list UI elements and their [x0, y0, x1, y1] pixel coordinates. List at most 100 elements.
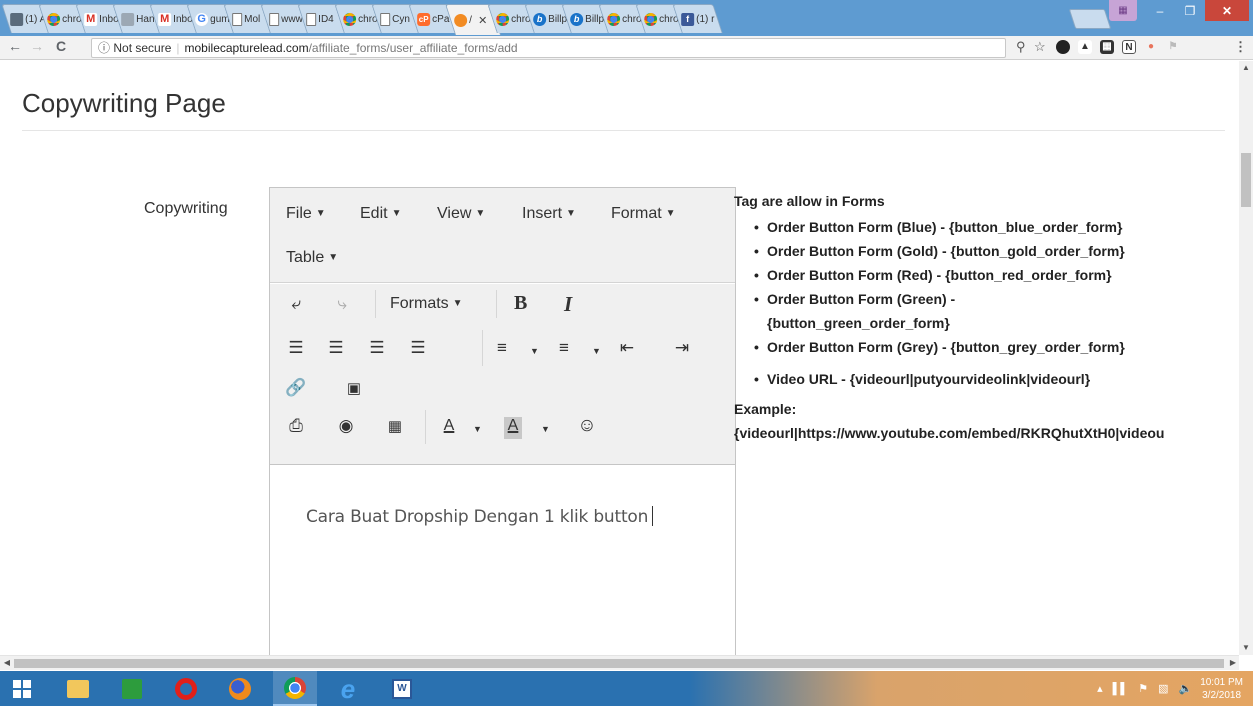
extension-bag-icon[interactable]: ▲	[1078, 40, 1092, 54]
taskbar-clock[interactable]: 10:01 PM 3/2/2018	[1200, 676, 1243, 702]
tab-close-icon[interactable]: ✕	[478, 14, 487, 27]
tab-list: (1) Achro M Inbo Han M Inbo Ggum Mol www ID4 chro C…	[0, 4, 723, 36]
outdent-icon[interactable]: ⇤	[613, 334, 641, 362]
back-arrow-icon[interactable]: ←	[6, 38, 24, 54]
chevron-down-icon[interactable]: ▼	[530, 346, 539, 356]
horizontal-scrollbar[interactable]: ◀ ▶	[0, 655, 1239, 670]
align-right-icon[interactable]: ☰	[363, 334, 391, 362]
italic-button[interactable]: I	[564, 292, 572, 317]
scroll-down-icon[interactable]: ▼	[1239, 643, 1253, 652]
menu-edit[interactable]: Edit ▼	[360, 205, 401, 223]
text-color-button[interactable]: A	[440, 417, 458, 439]
extension-grid-icon[interactable]: ▦	[1100, 40, 1114, 54]
security-label: Not secure	[113, 41, 172, 55]
toolbar-separator	[425, 410, 426, 444]
align-left-icon[interactable]: ☰	[282, 334, 310, 362]
billplz-icon: b	[533, 12, 547, 26]
file-explorer-button[interactable]	[56, 671, 100, 706]
align-center-icon[interactable]: ☰	[322, 334, 350, 362]
horizontal-scroll-thumb[interactable]	[14, 659, 1224, 668]
formats-dropdown[interactable]: Formats ▼	[390, 295, 463, 313]
close-window-button[interactable]: ✕	[1205, 0, 1249, 21]
toolbar-separator	[482, 330, 483, 366]
tab-title: www	[281, 13, 303, 25]
chrome-taskbar-button[interactable]	[273, 671, 317, 706]
restore-button[interactable]: ❐	[1175, 0, 1205, 21]
vertical-scrollbar[interactable]: ▲ ▼	[1239, 61, 1253, 655]
reload-icon[interactable]: C	[52, 38, 70, 54]
bookmark-star-icon[interactable]: ☆	[1034, 39, 1046, 55]
menu-kebab-icon[interactable]: ⋮	[1234, 39, 1247, 55]
tab-title: ID4	[318, 13, 334, 25]
extension-flag-icon[interactable]: ⚑	[1166, 40, 1180, 54]
word-button[interactable]: W	[380, 671, 424, 706]
numbered-list-icon[interactable]: ≡	[550, 334, 578, 362]
forward-arrow-icon[interactable]: →	[28, 38, 46, 54]
image-icon[interactable]: ▣	[340, 374, 368, 402]
chevron-down-icon[interactable]: ▼	[592, 346, 601, 356]
extension-n-icon[interactable]: N	[1122, 40, 1136, 54]
address-bar[interactable]: ⓘ Not secure | mobilecapturelead.com/affil…	[91, 38, 1006, 58]
menu-insert[interactable]: Insert ▼	[522, 205, 576, 223]
menu-file[interactable]: File ▼	[286, 205, 326, 223]
background-color-button[interactable]: A	[504, 417, 522, 439]
zoom-icon[interactable]: ⚲	[1016, 39, 1026, 55]
scroll-up-icon[interactable]: ▲	[1239, 63, 1253, 72]
new-tab-button[interactable]	[1068, 9, 1112, 29]
tag-list: Order Button Form (Blue) - {button_blue_…	[734, 215, 1239, 391]
opera-button[interactable]	[164, 671, 208, 706]
print-icon[interactable]: ⎙	[282, 412, 310, 440]
editor-content[interactable]: Cara Buat Dropship Dengan 1 klik button	[306, 506, 654, 527]
undo-icon[interactable]: ⤶	[282, 290, 310, 318]
edge-button[interactable]: e	[326, 671, 370, 706]
windows-start-button[interactable]	[0, 671, 44, 706]
store-button[interactable]	[110, 671, 154, 706]
volume-icon[interactable]: 🔈	[1178, 682, 1192, 695]
folder-icon	[67, 679, 89, 698]
indent-icon[interactable]: ⇥	[668, 334, 696, 362]
url-host: mobilecapturelead.com	[184, 41, 309, 55]
chevron-down-icon[interactable]: ▼	[541, 424, 550, 434]
bold-button[interactable]: B	[514, 292, 527, 315]
extension-pocket-icon[interactable]: ●	[1144, 40, 1158, 54]
firefox-button[interactable]	[218, 671, 262, 706]
facebook-icon: f	[681, 12, 695, 26]
tray-chevron-icon[interactable]: ▴	[1097, 682, 1103, 695]
media-icon[interactable]: ▦	[381, 412, 409, 440]
scroll-right-icon[interactable]: ▶	[1226, 658, 1240, 667]
vertical-scroll-thumb[interactable]	[1241, 153, 1251, 207]
google-icon: G	[195, 12, 209, 26]
bullet-list-icon[interactable]: ≡	[488, 334, 516, 362]
document-icon	[232, 12, 243, 26]
tab-title: /	[469, 14, 472, 26]
example-text: {videourl|https://www.youtube.com/embed/…	[734, 425, 1165, 441]
orange-site-icon	[454, 13, 468, 27]
chrome-icon	[644, 12, 658, 26]
profile-icon[interactable]: ▦	[1109, 0, 1137, 21]
action-center-flag-icon[interactable]: ⚑	[1138, 682, 1148, 695]
menu-view[interactable]: View ▼	[437, 205, 485, 223]
menu-format[interactable]: Format ▼	[611, 205, 676, 223]
preview-eye-icon[interactable]: ◉	[332, 412, 360, 440]
browser-tab[interactable]: f (1) r	[672, 4, 723, 33]
chrome-icon	[343, 12, 357, 26]
page-title: Copywriting Page	[22, 88, 226, 118]
tag-help-title: Tag are allow in Forms	[734, 193, 885, 209]
emoticon-icon[interactable]: ☺	[573, 412, 601, 440]
link-icon[interactable]: 🔗	[282, 374, 310, 402]
battery-icon[interactable]: ▧	[1158, 682, 1168, 695]
chevron-down-icon[interactable]: ▼	[473, 424, 482, 434]
tag-item: Order Button Form (Red) - {button_red_or…	[734, 263, 1239, 287]
redo-icon[interactable]: ⤷	[328, 290, 356, 318]
network-icon[interactable]: ▌▌	[1113, 683, 1129, 695]
extension-chrome-icon[interactable]	[1056, 40, 1070, 54]
tag-item: Video URL - {videourl|putyourvideolink|v…	[734, 367, 1239, 391]
window-controls: ▦ – ❐ ✕	[1109, 0, 1249, 21]
align-justify-icon[interactable]: ☰	[404, 334, 432, 362]
scroll-left-icon[interactable]: ◀	[0, 658, 14, 667]
menu-table[interactable]: Table ▼	[286, 249, 338, 267]
info-icon[interactable]: ⓘ	[98, 41, 110, 55]
tab-inner: f (1) r	[678, 5, 717, 33]
minimize-button[interactable]: –	[1145, 0, 1175, 21]
editor-content-text: Cara Buat Dropship Dengan 1 klik button	[306, 507, 649, 527]
